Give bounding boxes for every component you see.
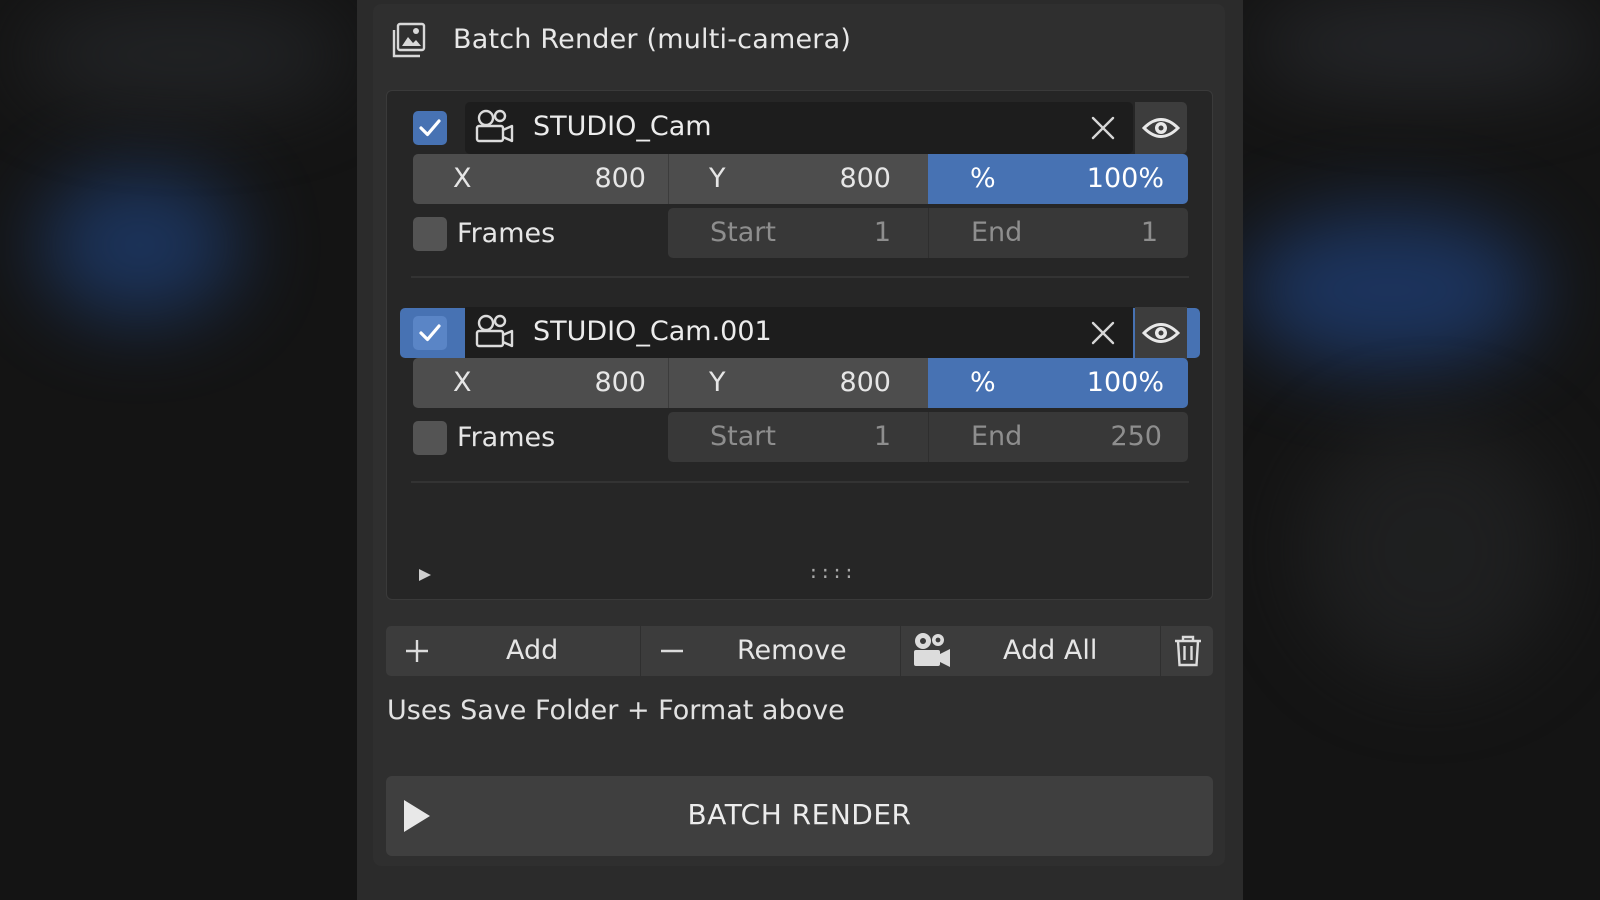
add-all-button[interactable]: Add All (901, 626, 1160, 676)
camera-icon (475, 109, 514, 143)
close-icon[interactable] (1088, 113, 1118, 143)
resolution-percentage-field[interactable]: % 100% (928, 358, 1188, 408)
save-format-hint: Uses Save Folder + Format above (387, 695, 845, 726)
list-resize-handle[interactable]: :::: (808, 562, 855, 583)
frames-checkbox[interactable] (413, 421, 447, 455)
visibility-toggle[interactable] (1135, 307, 1187, 359)
item-separator (411, 276, 1189, 278)
checkmark-icon (419, 324, 441, 342)
item-separator (411, 481, 1189, 483)
triangle-right-icon[interactable] (416, 566, 434, 584)
add-button[interactable]: Add (386, 626, 640, 676)
trash-icon (1175, 635, 1201, 667)
camera-enable-checkbox[interactable] (413, 111, 447, 145)
remove-button[interactable]: Remove (641, 626, 900, 676)
camera-name-text: STUDIO_Cam (533, 111, 712, 142)
resolution-x-field[interactable]: X 800 (413, 154, 668, 204)
resolution-percentage-field[interactable]: % 100% (928, 154, 1188, 204)
plus-icon (406, 640, 428, 662)
frame-end-field[interactable]: End 1 (928, 208, 1188, 258)
frames-label: Frames (457, 218, 556, 249)
frames-checkbox[interactable] (413, 217, 447, 251)
frame-end-field[interactable]: End 250 (928, 412, 1188, 462)
clear-all-button[interactable] (1161, 626, 1213, 676)
resolution-y-field[interactable]: Y 800 (668, 358, 928, 408)
render-images-icon (392, 22, 426, 58)
camera-icon (914, 633, 950, 667)
camera-name-text: STUDIO_Cam.001 (533, 316, 772, 347)
batch-render-button[interactable]: BATCH RENDER (386, 776, 1213, 856)
frames-label: Frames (457, 422, 556, 453)
visibility-toggle[interactable] (1135, 102, 1187, 154)
eye-icon (1141, 118, 1181, 138)
frame-start-field[interactable]: Start 1 (668, 412, 928, 462)
checkmark-icon (419, 119, 441, 137)
resolution-y-field[interactable]: Y 800 (668, 154, 928, 204)
eye-icon (1141, 323, 1181, 343)
camera-enable-checkbox[interactable] (413, 316, 447, 350)
resolution-x-field[interactable]: X 800 (413, 358, 668, 408)
camera-icon (475, 314, 514, 348)
frame-start-field[interactable]: Start 1 (668, 208, 928, 258)
minus-icon (661, 649, 683, 653)
panel-title: Batch Render (multi-camera) (453, 24, 852, 55)
close-icon[interactable] (1088, 318, 1118, 348)
